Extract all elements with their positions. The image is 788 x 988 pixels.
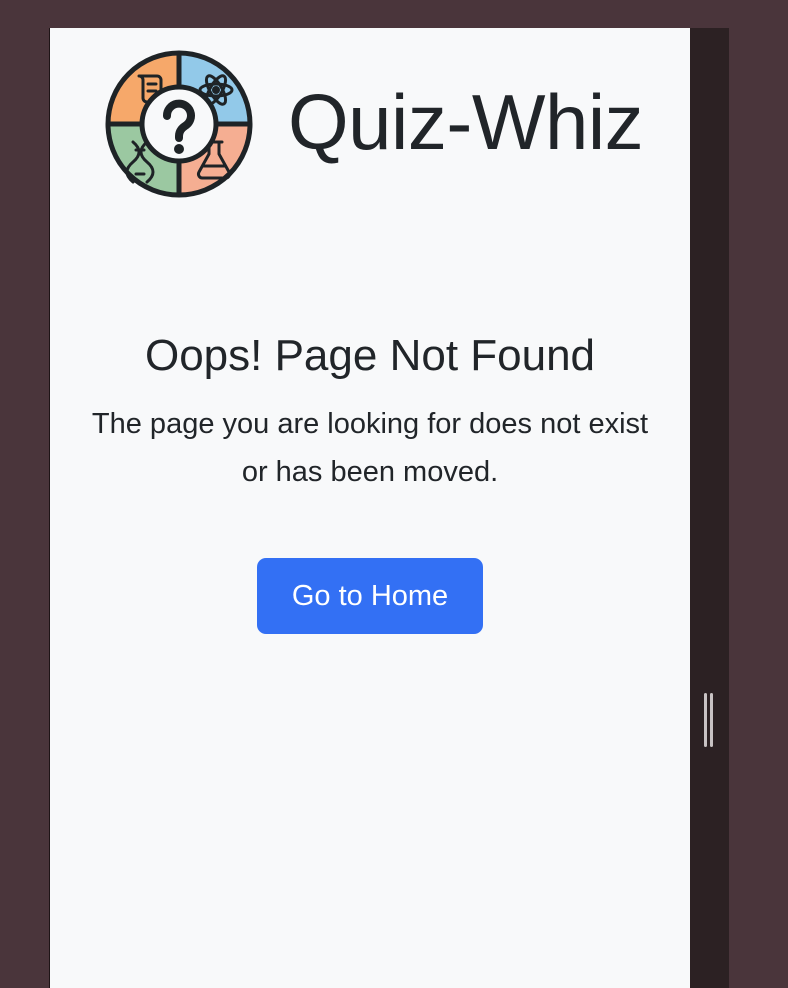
devtools-gutter xyxy=(690,28,729,988)
page-title: Oops! Page Not Found xyxy=(144,331,596,380)
brand-title[interactable]: Quiz-Whiz xyxy=(288,72,644,172)
not-found-content: Oops! Page Not Found The page you are lo… xyxy=(50,326,690,496)
quiz-whiz-logo-icon[interactable] xyxy=(105,50,253,198)
header: Quiz-Whiz xyxy=(50,28,690,228)
viewport: Quiz-Whiz Oops! Page Not Found The page … xyxy=(50,28,690,988)
resize-handle[interactable] xyxy=(703,693,714,747)
not-found-message: The page you are looking for does not ex… xyxy=(91,408,649,488)
go-to-home-button[interactable]: Go to Home xyxy=(257,558,483,634)
